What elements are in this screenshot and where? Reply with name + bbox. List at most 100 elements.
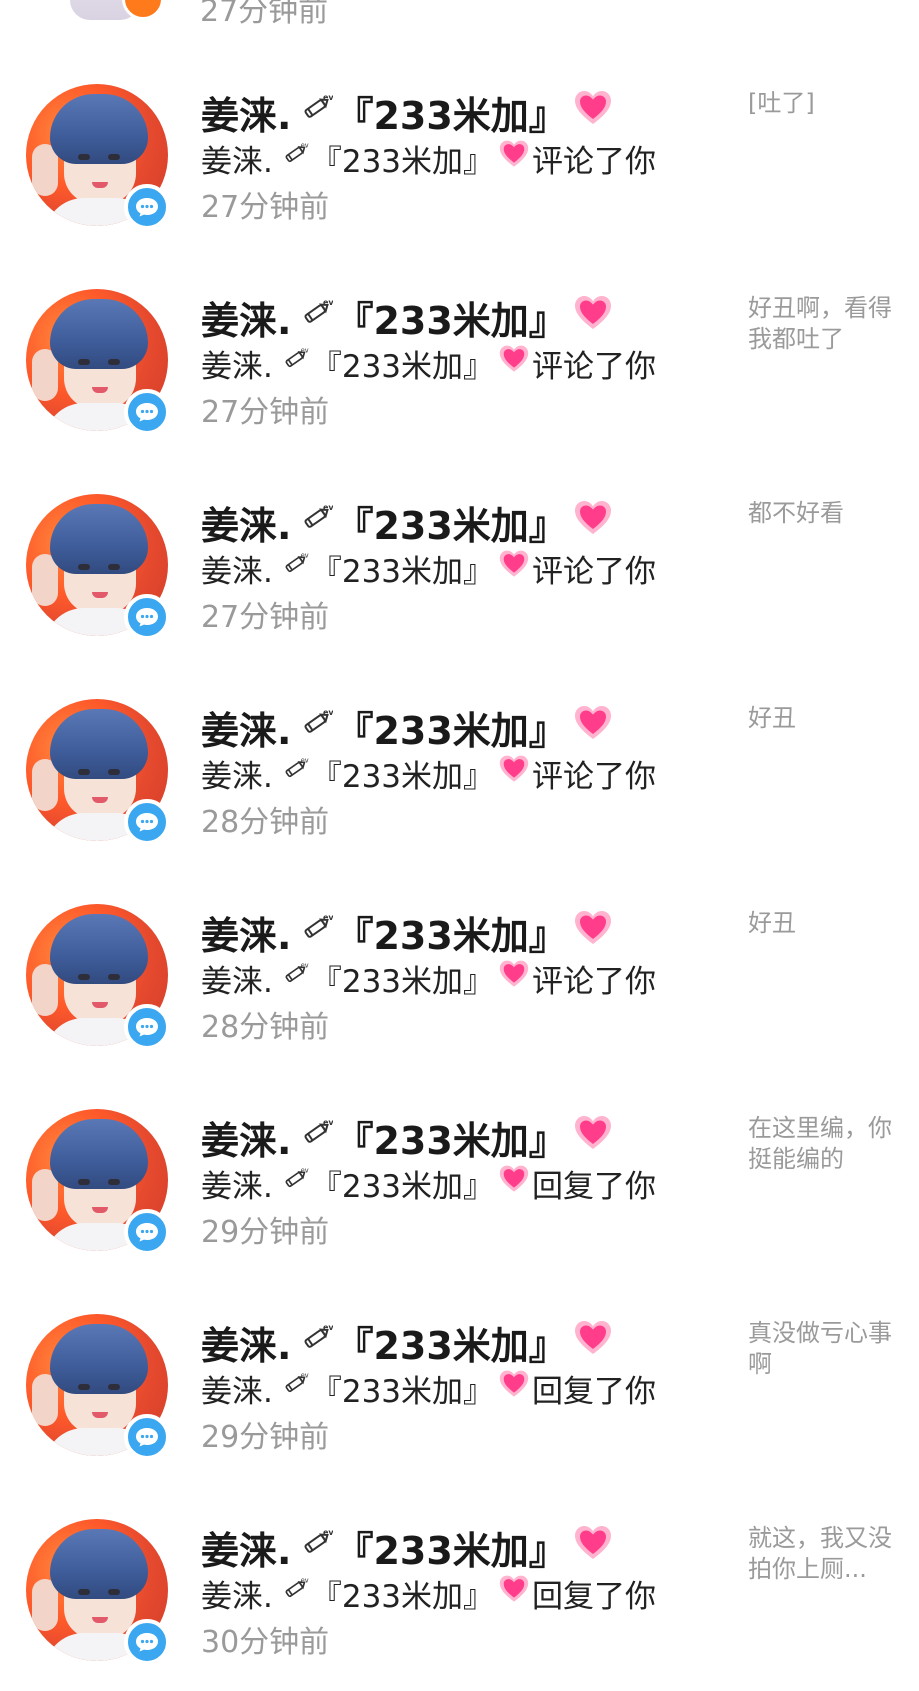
sender-name[interactable]: 姜涞.: [201, 290, 291, 345]
avatar-hair: [50, 914, 148, 984]
sender-name: 姜涞.: [201, 143, 273, 180]
avatar-hair: [50, 1324, 148, 1394]
comment-preview[interactable]: 好丑啊，看得我都吐了: [748, 293, 898, 355]
pen-emoji-icon: ev: [299, 500, 335, 544]
svg-text:ev: ev: [323, 298, 333, 307]
pen-emoji-icon: ev: [281, 755, 309, 791]
avatar-eye: [78, 1589, 90, 1595]
svg-text:ev: ev: [323, 1118, 333, 1127]
sender-name-line[interactable]: 姜涞. ev 『233米加』: [201, 1316, 613, 1368]
svg-text:ev: ev: [301, 756, 309, 764]
sender-name-line[interactable]: 姜涞. ev 『233米加』: [201, 496, 613, 548]
avatar-hair: [50, 299, 148, 369]
sender-name[interactable]: 姜涞.: [201, 85, 291, 140]
svg-text:ev: ev: [301, 346, 309, 354]
sender-name: 姜涞.: [201, 1373, 273, 1410]
avatar-eye: [108, 1384, 120, 1390]
comment-preview[interactable]: 就这，我又没拍你上厕...: [748, 1523, 898, 1585]
action-text: 评论了你: [532, 963, 657, 1000]
action-line: 姜涞. ev 『233米加』 评论了你: [201, 341, 656, 385]
pink-heart-icon: [573, 1524, 613, 1571]
comment-bubble-icon: [124, 1004, 170, 1050]
comment-preview[interactable]: 好丑: [748, 703, 898, 734]
avatar-eye: [108, 974, 120, 980]
avatar-eye: [108, 1179, 120, 1185]
pink-heart-icon: [498, 959, 530, 997]
group-tag: 『233米加』: [335, 913, 567, 958]
partial-notification-item[interactable]: 27分钟前: [0, 0, 919, 29]
action-line: 姜涞. ev 『233米加』 回复了你: [201, 1161, 656, 1205]
group-tag: 『233米加』: [310, 553, 495, 590]
sender-name-line[interactable]: 姜涞. ev 『233米加』: [201, 86, 613, 138]
avatar-eye: [78, 769, 90, 775]
pink-heart-icon: [498, 139, 530, 177]
sender-name-line[interactable]: 姜涞. ev 『233米加』: [201, 1521, 613, 1573]
pink-heart-icon: [573, 294, 613, 341]
avatar-eye: [108, 359, 120, 365]
group-tag: 『233米加』: [335, 1528, 567, 1573]
pink-heart-icon: [573, 909, 613, 956]
sender-name: 姜涞.: [201, 758, 273, 795]
group-tag: 『233米加』: [310, 1168, 495, 1205]
pink-heart-icon: [498, 344, 530, 382]
svg-text:ev: ev: [301, 961, 309, 969]
comment-preview[interactable]: 在这里编，你挺能编的: [748, 1113, 898, 1175]
comment-preview[interactable]: [吐了]: [748, 88, 898, 119]
pink-heart-icon: [498, 1164, 530, 1202]
notification-list: 姜涞. ev 『233米加』 姜涞. ev 『233米加』 评论了你 27分钟前…: [0, 76, 919, 1691]
notifications-page: 27分钟前 姜涞. ev 『233米加』 姜涞. ev 『233米加』 评论了你…: [0, 0, 919, 1691]
notification-item[interactable]: 姜涞. ev 『233米加』 姜涞.: [0, 76, 919, 281]
pen-emoji-icon: ev: [281, 1370, 309, 1406]
comment-preview[interactable]: 都不好看: [748, 498, 898, 529]
group-tag: 『233米加』: [310, 1578, 495, 1615]
notification-item[interactable]: 姜涞. ev 『233米加』 姜涞.: [0, 1101, 919, 1306]
sender-name-line[interactable]: 姜涞. ev 『233米加』: [201, 701, 613, 753]
pink-heart-icon: [573, 499, 613, 546]
sender-name: 姜涞.: [201, 1168, 273, 1205]
comment-preview[interactable]: 好丑: [748, 908, 898, 939]
svg-text:ev: ev: [323, 1528, 333, 1537]
pink-heart-icon: [573, 1114, 613, 1161]
sender-name-line[interactable]: 姜涞. ev 『233米加』: [201, 906, 613, 958]
comment-bubble-icon: [124, 594, 170, 640]
pen-emoji-icon: ev: [299, 1320, 335, 1364]
group-tag: 『233米加』: [335, 1118, 567, 1163]
avatar-eye: [78, 359, 90, 365]
notification-item[interactable]: 姜涞. ev 『233米加』 姜涞.: [0, 896, 919, 1101]
sender-name[interactable]: 姜涞.: [201, 905, 291, 960]
pen-emoji-icon: ev: [281, 140, 309, 176]
comment-preview[interactable]: 真没做亏心事啊: [748, 1318, 898, 1380]
pen-emoji-icon: ev: [299, 1525, 335, 1569]
svg-text:ev: ev: [301, 141, 309, 149]
sender-name[interactable]: 姜涞.: [201, 1315, 291, 1370]
group-tag: 『233米加』: [335, 503, 567, 548]
svg-text:ev: ev: [323, 93, 333, 102]
svg-text:ev: ev: [301, 551, 309, 559]
action-line: 姜涞. ev 『233米加』 回复了你: [201, 1366, 656, 1410]
group-tag: 『233米加』: [310, 758, 495, 795]
sender-name-line[interactable]: 姜涞. ev 『233米加』: [201, 1111, 613, 1163]
sender-name: 姜涞.: [201, 348, 273, 385]
pink-heart-icon: [498, 1574, 530, 1612]
notification-time: 29分钟前: [201, 1420, 330, 1455]
sender-name[interactable]: 姜涞.: [201, 495, 291, 550]
avatar-hair: [50, 709, 148, 779]
group-tag: 『233米加』: [310, 348, 495, 385]
pen-emoji-icon: ev: [299, 90, 335, 134]
notification-item[interactable]: 姜涞. ev 『233米加』 姜涞.: [0, 486, 919, 691]
notification-item[interactable]: 姜涞. ev 『233米加』 姜涞.: [0, 1306, 919, 1511]
pink-heart-icon: [573, 1319, 613, 1366]
sender-name[interactable]: 姜涞.: [201, 1110, 291, 1165]
sender-name[interactable]: 姜涞.: [201, 700, 291, 755]
sender-name-line[interactable]: 姜涞. ev 『233米加』: [201, 291, 613, 343]
notification-item[interactable]: 姜涞. ev 『233米加』 姜涞.: [0, 1511, 919, 1691]
avatar-eye: [78, 564, 90, 570]
comment-bubble-icon: [124, 389, 170, 435]
sender-name[interactable]: 姜涞.: [201, 1520, 291, 1575]
avatar-eye: [108, 1589, 120, 1595]
pink-heart-icon: [498, 754, 530, 792]
action-text: 评论了你: [532, 758, 657, 795]
pink-heart-icon: [573, 89, 613, 136]
notification-item[interactable]: 姜涞. ev 『233米加』 姜涞.: [0, 281, 919, 486]
notification-item[interactable]: 姜涞. ev 『233米加』 姜涞.: [0, 691, 919, 896]
